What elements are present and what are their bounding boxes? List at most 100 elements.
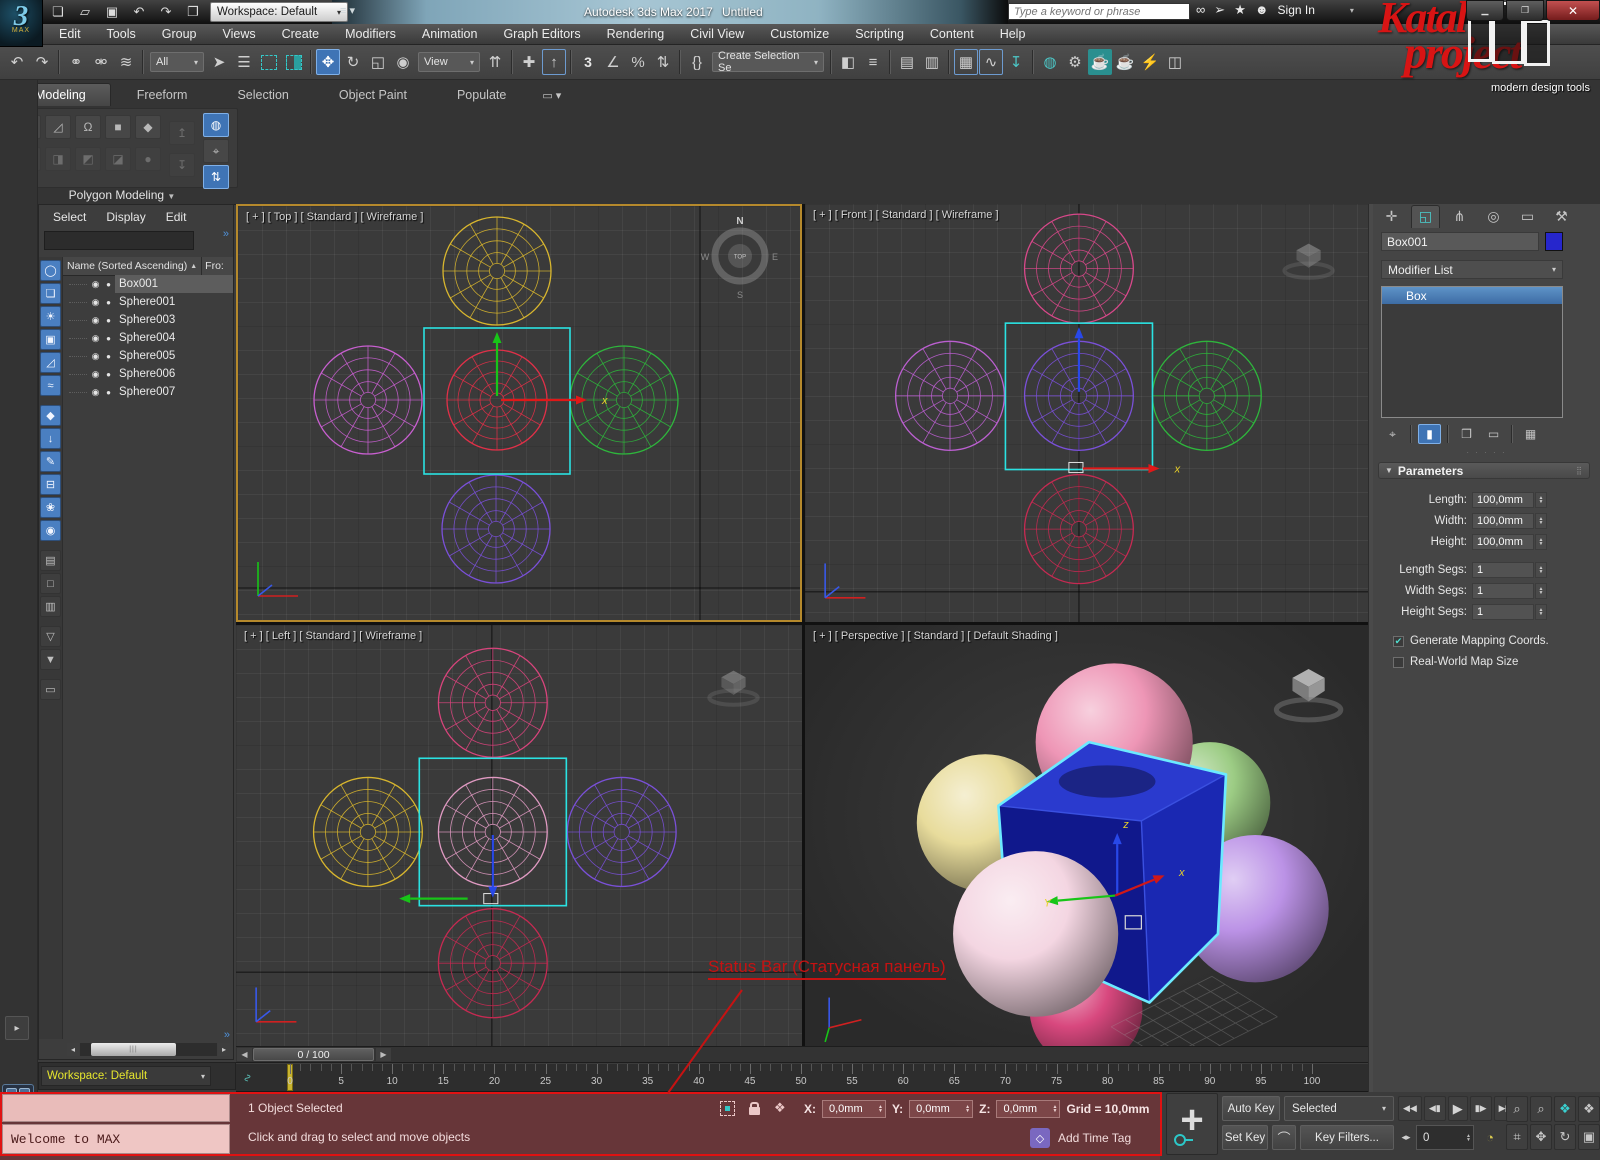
visibility-eye-icon[interactable]: ◉	[89, 351, 102, 362]
lock-cell-editing-icon[interactable]: ▤	[40, 550, 61, 571]
pm-tool-4-icon[interactable]: ◪	[105, 147, 131, 171]
filter-icon[interactable]: ▼	[40, 649, 61, 670]
set-key-button[interactable]: Set Key	[1222, 1125, 1268, 1150]
visibility-eye-icon[interactable]: ◉	[89, 333, 102, 344]
next-frame-arrow[interactable]: ▶	[376, 1048, 391, 1061]
viewport-front[interactable]: [ + ] [ Front ] [ Standard ] [ Wireframe…	[805, 204, 1368, 622]
material-editor-icon[interactable]: ◍	[1038, 49, 1062, 75]
orbit-icon[interactable]: ↻	[1554, 1124, 1576, 1150]
select-and-move-icon[interactable]: ✥	[316, 49, 340, 75]
workspace-dropdown[interactable]: Workspace: Default ▾	[210, 2, 348, 22]
window-crossing-icon[interactable]	[282, 49, 306, 75]
generate-mapping-checkbox[interactable]: ✔	[1393, 636, 1404, 647]
mirror-icon[interactable]: ◧	[836, 49, 860, 75]
search-box[interactable]	[1008, 3, 1190, 20]
display-groups-icon[interactable]: ◆	[40, 405, 61, 426]
menu-rendering[interactable]: Rendering	[594, 24, 678, 44]
object-name-label[interactable]: Box001	[119, 278, 158, 290]
menu-scripting[interactable]: Scripting	[842, 24, 917, 44]
selection-lock-icon[interactable]	[749, 1107, 760, 1115]
display-geometry-icon[interactable]: ◯	[40, 260, 61, 281]
isolate-selection-icon[interactable]	[720, 1101, 735, 1116]
selection-set-dropdown[interactable]: Create Selection Se▾	[712, 52, 824, 72]
viewport-perspective[interactable]: [ + ] [ Perspective ] [ Standard ] [ Def…	[805, 625, 1368, 1046]
menu-modifiers[interactable]: Modifiers	[332, 24, 409, 44]
angle-snap-icon[interactable]: ∠	[601, 49, 625, 75]
height-segs-field[interactable]: 1	[1472, 604, 1534, 620]
close-button[interactable]: ✕	[1546, 0, 1600, 21]
keyboard-override-icon[interactable]: ↑	[542, 49, 566, 75]
pin-stack-icon[interactable]: ⌖	[1381, 424, 1404, 444]
select-and-place-icon[interactable]: ◉	[391, 49, 415, 75]
undo-icon[interactable]: ↶	[5, 49, 29, 75]
visibility-eye-icon[interactable]: ◉	[89, 279, 102, 290]
table-row[interactable]: ◉●Sphere003	[63, 311, 233, 329]
table-row[interactable]: ◉● Sphere004	[63, 329, 233, 347]
previous-frame-icon[interactable]: ◀▮	[1424, 1096, 1446, 1121]
display-bones-icon[interactable]: ❀	[40, 497, 61, 518]
visibility-eye-icon[interactable]: ◉	[89, 297, 102, 308]
add-time-tag[interactable]: ◇ Add Time Tag	[1030, 1128, 1131, 1148]
display-helpers-icon[interactable]: ◿	[40, 352, 61, 373]
project-folder-icon[interactable]: ❐	[183, 2, 203, 21]
use-pivot-center-icon[interactable]: ⇈	[483, 49, 507, 75]
ribbon-tab-populate[interactable]: Populate	[433, 84, 530, 106]
pm-side-1-icon[interactable]: ◍	[203, 113, 229, 137]
bind-spacewarp-icon[interactable]: ≋	[114, 49, 138, 75]
name-column-header[interactable]: Name (Sorted Ascending)	[67, 260, 187, 272]
remove-modifier-icon[interactable]: ▭	[1482, 424, 1505, 444]
width-field[interactable]: 100,0mm	[1472, 513, 1534, 529]
schematic-view-icon[interactable]: ↧	[1004, 49, 1028, 75]
viewport-front-label[interactable]: [ + ] [ Front ] [ Standard ] [ Wireframe…	[813, 209, 999, 221]
curve-editor-icon[interactable]: ∿	[979, 49, 1003, 75]
zoom-window-icon[interactable]: ⌕	[1530, 1096, 1552, 1122]
restore-button[interactable]: ❐	[1506, 0, 1544, 21]
height-field[interactable]: 100,0mm	[1472, 534, 1534, 550]
renderable-dot-icon[interactable]: ●	[102, 334, 115, 343]
minimize-button[interactable]: ▁	[1466, 0, 1504, 21]
renderable-dot-icon[interactable]: ●	[102, 298, 115, 307]
scroll-left-icon[interactable]: ◂	[67, 1043, 79, 1056]
column-divider[interactable]	[201, 257, 202, 275]
spinner-icon[interactable]: ▲▼	[1535, 562, 1547, 578]
tab-modify[interactable]: ◱	[1411, 205, 1440, 228]
spinner-icon[interactable]: ▲▼	[1535, 513, 1547, 529]
pm-tool-5-icon[interactable]: ●	[135, 147, 161, 171]
renderable-dot-icon[interactable]: ●	[102, 316, 115, 325]
save-file-icon[interactable]: ▣	[102, 2, 122, 21]
app-logo[interactable]: 3 MAX	[0, 0, 43, 47]
modifier-stack-row[interactable]: Box	[1382, 287, 1562, 304]
workspace-selector[interactable]: Workspace: Default ▾	[41, 1066, 211, 1086]
menu-edit[interactable]: Edit	[46, 24, 94, 44]
select-and-manipulate-icon[interactable]: ✚	[517, 49, 541, 75]
object-name-label[interactable]: Sphere004	[119, 332, 175, 344]
length-segs-field[interactable]: 1	[1472, 562, 1534, 578]
pm-subobject-5-icon[interactable]: ◆	[135, 115, 161, 139]
search-input[interactable]	[1008, 3, 1190, 20]
select-link-icon[interactable]: ⚭	[64, 49, 88, 75]
parameters-rollout-header[interactable]: ▼ Parameters ⣿	[1378, 462, 1590, 479]
show-end-result-icon[interactable]: ▮	[1418, 424, 1441, 444]
mini-curve-editor-icon[interactable]: ∿	[237, 1070, 259, 1086]
pan-icon[interactable]: ✥	[1530, 1124, 1552, 1150]
menu-create[interactable]: Create	[269, 24, 333, 44]
open-uv-editor-icon[interactable]: ◫	[1163, 49, 1187, 75]
select-and-rotate-icon[interactable]: ↻	[341, 49, 365, 75]
zoom-region-icon[interactable]: ⌗	[1506, 1124, 1528, 1150]
track-bar[interactable]: ∿ 05101520253035404550556065707580859095…	[236, 1064, 1368, 1092]
tab-motion[interactable]: ◎	[1479, 205, 1508, 228]
key-mode-icon[interactable]: ⌒	[1272, 1125, 1296, 1150]
menu-help[interactable]: Help	[987, 24, 1039, 44]
scrollbar-track[interactable]: |||	[80, 1043, 217, 1056]
menu-graph-editors[interactable]: Graph Editors	[490, 24, 593, 44]
table-row[interactable]: ◉●Sphere007	[63, 383, 233, 401]
favorites-star-icon[interactable]: ★	[1234, 2, 1246, 18]
renderable-dot-icon[interactable]: ●	[102, 280, 115, 289]
select-by-name-icon[interactable]: ☰	[232, 49, 256, 75]
rendered-frame-icon[interactable]: ☕	[1088, 49, 1112, 75]
percent-snap-icon[interactable]: %	[626, 49, 650, 75]
select-object-icon[interactable]: ➤	[207, 49, 231, 75]
ribbon-tab-selection[interactable]: Selection	[213, 84, 312, 106]
renderable-dot-icon[interactable]: ●	[102, 388, 115, 397]
viewport-left[interactable]: [ + ] [ Left ] [ Standard ] [ Wireframe …	[236, 625, 802, 1046]
